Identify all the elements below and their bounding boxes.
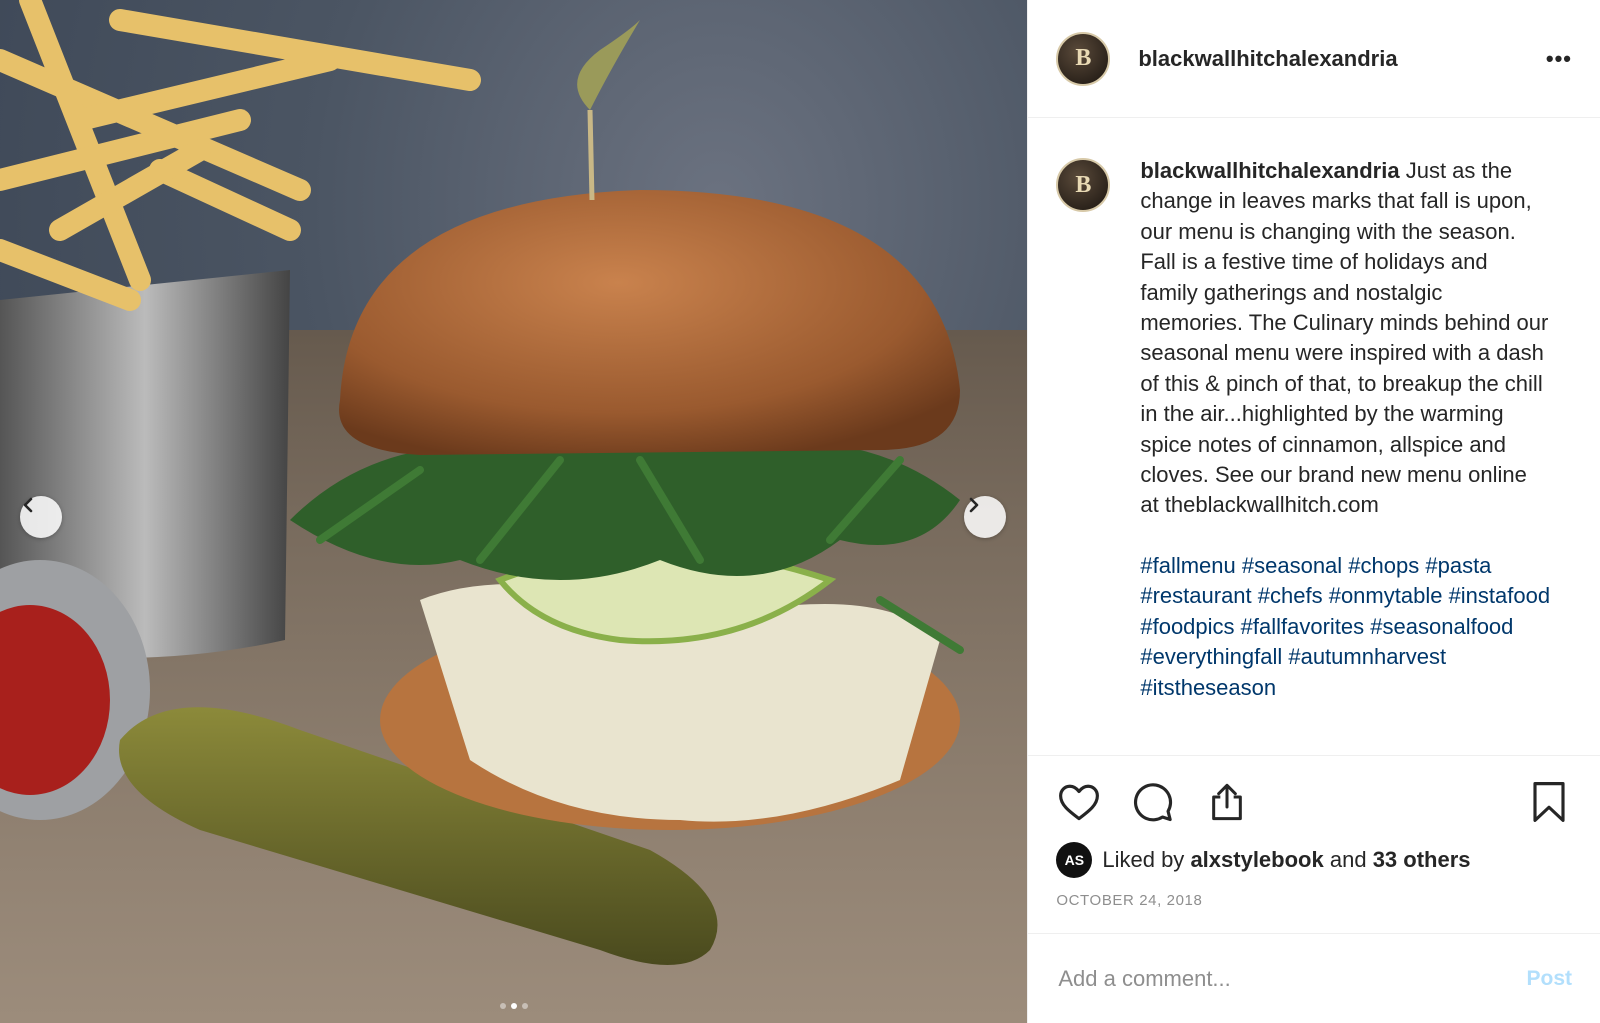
- hashtag[interactable]: #autumnharvest: [1288, 644, 1446, 669]
- carousel-dots: [0, 1003, 1027, 1009]
- hashtag[interactable]: #fallmenu: [1140, 553, 1242, 578]
- comment-form: Post: [1028, 933, 1600, 1023]
- skewer-knot: [577, 20, 640, 110]
- post-date[interactable]: OCTOBER 24, 2018: [1056, 892, 1572, 909]
- share-button[interactable]: [1204, 779, 1250, 825]
- avatar-monogram: B: [1075, 45, 1092, 71]
- action-icons-row: [1056, 778, 1572, 826]
- chevron-right-icon: [969, 497, 979, 513]
- like-button[interactable]: [1056, 779, 1102, 825]
- post-username[interactable]: blackwallhitchalexandria: [1138, 46, 1397, 72]
- caption-body: blackwallhitchalexandria Just as the cha…: [1140, 156, 1550, 703]
- food-illustration: [0, 0, 1028, 1023]
- carousel-dot-active: [511, 1003, 517, 1009]
- previous-slide-button[interactable]: [20, 496, 62, 538]
- hashtag[interactable]: #onmytable: [1329, 583, 1449, 608]
- save-button[interactable]: [1526, 779, 1572, 825]
- hashtag-list: #fallmenu #seasonal #chops #pasta #resta…: [1140, 551, 1550, 703]
- hashtag[interactable]: #itstheseason: [1140, 675, 1276, 700]
- liker-username[interactable]: alxstylebook: [1190, 847, 1323, 873]
- hashtag[interactable]: #instafood: [1449, 583, 1551, 608]
- likes-summary: AS Liked by alxstylebook and 33 others: [1056, 842, 1572, 878]
- next-slide-button[interactable]: [964, 496, 1006, 538]
- post-photo[interactable]: [0, 0, 1028, 1023]
- comment-input[interactable]: [1056, 964, 1527, 993]
- hashtag[interactable]: #foodpics: [1140, 614, 1240, 639]
- skewer: [587, 109, 595, 201]
- hashtag[interactable]: #seasonal: [1242, 553, 1348, 578]
- heart-icon: [1059, 784, 1100, 821]
- hashtag[interactable]: #seasonalfood: [1370, 614, 1513, 639]
- fries: [0, 0, 481, 311]
- caption: B blackwallhitchalexandria Just as the c…: [1056, 156, 1572, 703]
- hashtag[interactable]: #everythingfall: [1140, 644, 1288, 669]
- profile-avatar[interactable]: B: [1056, 31, 1111, 86]
- comments-section: B blackwallhitchalexandria Just as the c…: [1028, 118, 1600, 755]
- carousel-dot: [522, 1003, 528, 1009]
- hashtag[interactable]: #chefs: [1258, 583, 1329, 608]
- likes-others-link[interactable]: 33 others: [1373, 847, 1471, 873]
- instagram-post: B blackwallhitchalexandria ••• B blackwa…: [0, 0, 1600, 1023]
- share-icon: [1212, 783, 1243, 821]
- post-actions: AS Liked by alxstylebook and 33 others O…: [1028, 755, 1600, 933]
- carousel-dot: [500, 1003, 506, 1009]
- top-bun: [339, 190, 960, 455]
- bookmark-icon: [1533, 782, 1565, 822]
- avatar-monogram: B: [1075, 171, 1092, 198]
- caption-username[interactable]: blackwallhitchalexandria: [1140, 158, 1399, 183]
- caption-text: Just as the change in leaves marks that …: [1140, 158, 1549, 518]
- hashtag[interactable]: #fallfavorites: [1241, 614, 1371, 639]
- comment-bubble-icon: [1134, 783, 1173, 822]
- liker-avatar[interactable]: AS: [1056, 842, 1093, 878]
- chevron-left-icon: [23, 497, 33, 513]
- liked-by-label: Liked by: [1102, 847, 1185, 872]
- hashtag[interactable]: #restaurant: [1140, 583, 1257, 608]
- likes-conjunction: and: [1329, 847, 1367, 872]
- post-header: B blackwallhitchalexandria •••: [1028, 0, 1600, 118]
- caption-avatar[interactable]: B: [1056, 158, 1111, 212]
- post-side-panel: B blackwallhitchalexandria ••• B blackwa…: [1027, 0, 1600, 1023]
- comment-button[interactable]: [1130, 779, 1176, 825]
- hashtag[interactable]: #chops: [1348, 553, 1425, 578]
- more-options-button[interactable]: •••: [1546, 46, 1572, 72]
- post-comment-button[interactable]: Post: [1526, 967, 1572, 991]
- hashtag[interactable]: #pasta: [1425, 553, 1491, 578]
